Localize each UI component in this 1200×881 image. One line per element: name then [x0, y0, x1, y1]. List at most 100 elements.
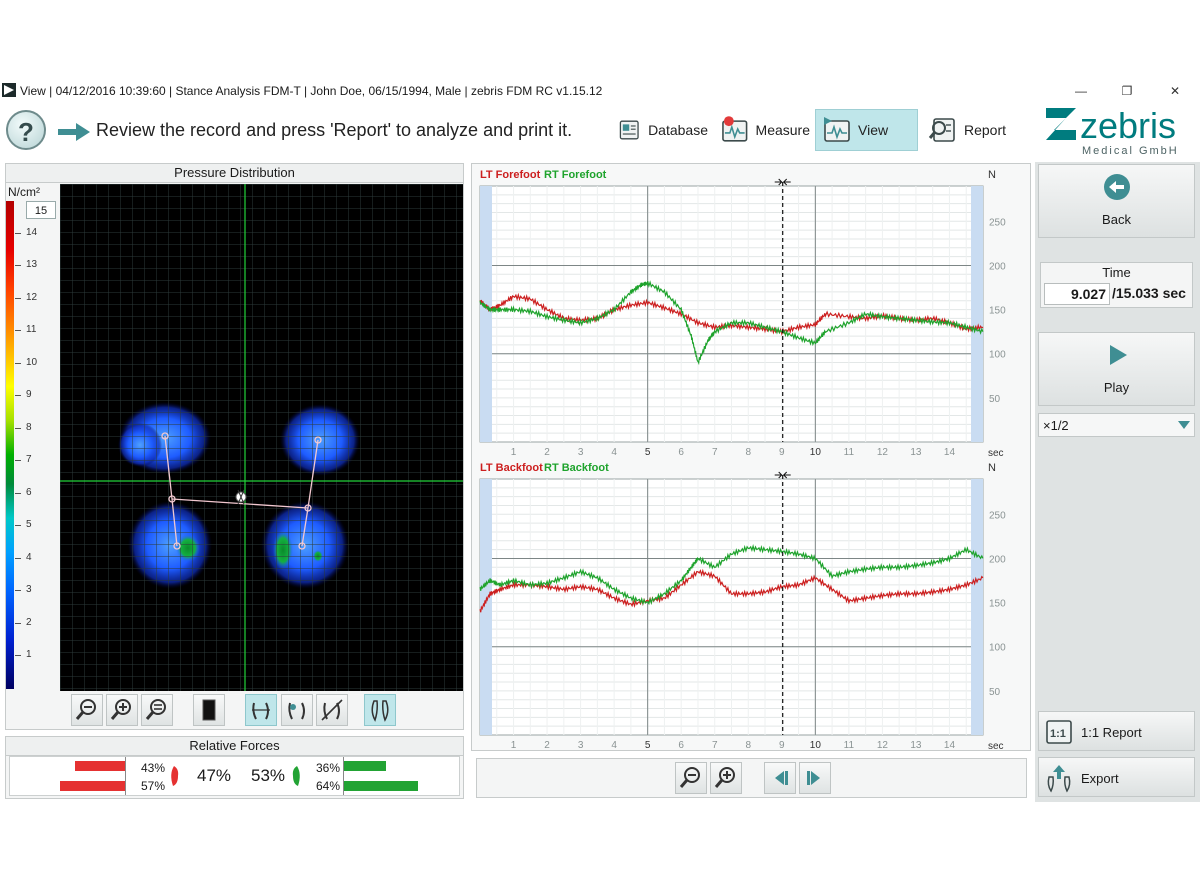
scale-tick-label: 3 — [26, 584, 32, 596]
rt-forefoot-label: RT Forefoot — [544, 169, 607, 181]
x-tick-label: 1 — [511, 447, 517, 458]
forefoot-xunit: sec — [988, 448, 1004, 459]
one-to-one-report-label: 1:1 Report — [1081, 725, 1142, 740]
x-tick-label: 13 — [910, 447, 922, 458]
zoom-in-button[interactable] — [106, 694, 138, 726]
left-backfoot-percent: 57% — [141, 779, 166, 793]
y-tick-label: 100 — [989, 350, 1006, 361]
speed-select[interactable]: ×1/2 — [1038, 413, 1195, 437]
x-tick-label: 11 — [844, 447, 855, 458]
feet-icon — [371, 700, 389, 722]
back-button[interactable]: Back — [1038, 164, 1195, 238]
display-mode-button[interactable] — [193, 694, 225, 726]
export-icon — [1047, 765, 1071, 793]
window-title: View | 04/12/2016 10:39:60 | Stance Anal… — [20, 84, 603, 98]
scale-tick-mark — [15, 330, 21, 332]
forces-title: Relative Forces — [6, 737, 463, 756]
backfoot-xunit: sec — [988, 741, 1004, 750]
help-button[interactable]: ? — [6, 110, 46, 150]
pressure-title: Pressure Distribution — [6, 164, 463, 183]
scale-tick-mark — [15, 655, 21, 656]
time-panel: Time 9.027 /15.033 sec — [1040, 262, 1193, 308]
nav-measure-label: Measure — [755, 122, 810, 138]
restore-button[interactable]: ❐ — [1112, 81, 1142, 101]
x-tick-label: 7 — [712, 740, 718, 750]
backfoot-chart[interactable]: 501001502002501 2 3 4 5 6 7 8 9 10 11 12 13 14 — [479, 471, 1006, 750]
feet-view-button[interactable] — [364, 694, 396, 726]
hide-overlay-button[interactable] — [316, 694, 348, 726]
show-points-button[interactable] — [281, 694, 313, 726]
y-tick-label: 50 — [989, 394, 1001, 405]
scale-tick-mark — [15, 492, 21, 494]
logo-brand: zebris — [1080, 105, 1176, 146]
arrow-right-icon — [58, 123, 90, 141]
lt-forefoot-label: LT Forefoot — [480, 169, 541, 181]
range-start-shade[interactable] — [480, 186, 492, 442]
scale-tick-label: 13 — [26, 259, 38, 271]
nav-view-label: View — [858, 122, 889, 138]
measure-icon — [722, 116, 748, 142]
range-end-shade[interactable] — [971, 186, 983, 442]
y-tick-label: 150 — [989, 306, 1006, 317]
left-total-percent: 47% — [197, 766, 232, 785]
close-button[interactable]: ✕ — [1160, 81, 1190, 101]
nav-database-label: Database — [648, 122, 708, 138]
left-backfoot-bar — [60, 781, 125, 791]
report-icon — [928, 118, 955, 142]
view-icon — [824, 117, 850, 142]
left-forefoot-bar — [75, 761, 125, 771]
lt-backfoot-label: LT Backfoot — [480, 462, 543, 474]
back-label: Back — [1102, 212, 1131, 227]
y-tick-label: 250 — [989, 217, 1006, 228]
nav-database-button[interactable]: Database — [612, 109, 708, 151]
minimize-button[interactable]: — — [1066, 81, 1096, 101]
chart-zoom-in-button[interactable] — [710, 762, 742, 794]
forefoot-chart[interactable]: 501001502002501 2 3 4 5 6 7 8 9 10 11 12 13 14 — [479, 178, 1006, 458]
step-forward-button[interactable] — [799, 762, 831, 794]
scale-tick-label: 8 — [26, 421, 32, 433]
time-total: /15.033 sec — [1112, 285, 1186, 301]
export-label: Export — [1081, 771, 1119, 786]
zoom-out-button[interactable] — [71, 694, 103, 726]
x-tick-label: 8 — [745, 447, 751, 458]
y-tick-label: 100 — [989, 643, 1006, 654]
x-tick-label: 3 — [578, 740, 584, 750]
backfoot-unit: N — [988, 462, 996, 474]
one-to-one-report-button[interactable]: 1:1 1:1 Report — [1038, 711, 1195, 751]
export-button[interactable]: Export — [1038, 757, 1195, 797]
map-grid — [60, 184, 463, 691]
feet-hidden-icon — [321, 699, 343, 721]
zoom-fit-button[interactable] — [141, 694, 173, 726]
x-tick-label: 5 — [645, 447, 651, 458]
nav-view-button[interactable]: View — [815, 109, 918, 151]
left-forefoot-percent: 43% — [141, 761, 166, 775]
right-sidebar — [1035, 162, 1200, 802]
scale-tick-label: 12 — [26, 291, 38, 303]
scale-tick-mark — [15, 590, 21, 592]
x-tick-label: 9 — [779, 447, 785, 458]
zebris-logo-mark: zebris Medical GmbH — [1046, 105, 1177, 157]
x-tick-label: 1 — [511, 740, 517, 750]
force-charts[interactable]: 501001502002501 2 3 4 5 6 7 8 9 10 11 12 13 14 501001… — [472, 164, 1030, 750]
zebris-logo: zebris Medical GmbH — [1044, 104, 1194, 160]
scale-max-box[interactable]: 15 — [26, 201, 56, 219]
back-arrow-icon — [1104, 174, 1130, 200]
play-button[interactable]: Play — [1038, 332, 1195, 406]
nav-report-button[interactable]: Report — [922, 109, 1018, 151]
feet-points-icon — [288, 702, 305, 720]
black-plate-icon — [202, 699, 216, 721]
chart-toolbar — [476, 758, 1027, 798]
scale-tick-mark — [15, 395, 21, 397]
scale-tick-mark — [15, 427, 21, 429]
pressure-map[interactable] — [60, 184, 463, 691]
main-toolbar: ? Review the record and press 'Report' t… — [0, 104, 1200, 161]
time-current[interactable]: 9.027 — [1044, 283, 1110, 305]
step-back-button[interactable] — [764, 762, 796, 794]
show-lines-button[interactable] — [245, 694, 277, 726]
y-tick-label: 250 — [989, 510, 1006, 521]
x-tick-label: 4 — [611, 740, 617, 750]
scale-tick-mark — [15, 297, 21, 299]
range-end-shade[interactable] — [971, 479, 983, 735]
nav-measure-button[interactable]: Measure — [714, 109, 810, 151]
chart-zoom-out-button[interactable] — [675, 762, 707, 794]
